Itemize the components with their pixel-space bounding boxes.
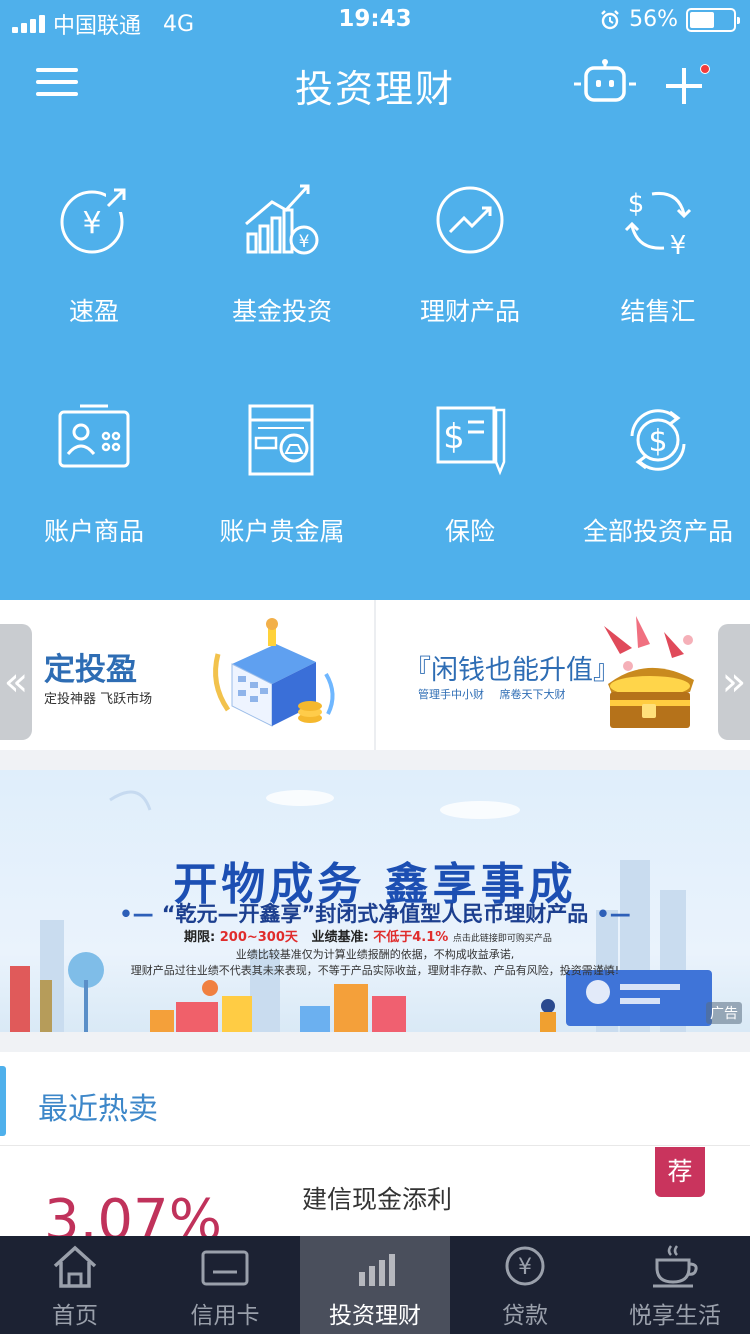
status-bar: 中国联通 4G 19:43 56% — [0, 0, 750, 40]
robot-assistant-icon[interactable] — [572, 58, 638, 106]
home-icon — [53, 1245, 97, 1288]
ad-banner[interactable]: 开物成务 鑫享事成 “乾元—开鑫享”封闭式净值型人民币理财产品 期限: 200~… — [0, 770, 750, 1032]
account-card-icon — [58, 404, 130, 468]
insurance-doc-icon: $ — [436, 406, 506, 476]
tab-investment[interactable]: 投资理财 — [300, 1236, 450, 1334]
bar-chart-icon — [359, 1254, 395, 1286]
term-value: 200~300天 — [219, 930, 298, 945]
promo-right-subtitle: 管理手中小财 席卷天下大财 — [418, 688, 566, 701]
benchmark-label: 业绩基准: — [311, 930, 369, 945]
alarm-icon — [601, 9, 619, 29]
grid-item-fund[interactable]: ¥ 基金投资 — [188, 180, 376, 328]
promo-card-idle-money[interactable]: 『闲钱也能升值』 管理手中小财 席卷天下大财 — [376, 600, 750, 750]
battery-percent: 56% — [629, 7, 678, 32]
gold-bar-icon — [248, 404, 314, 476]
yen-exchange-icon: ¥ — [60, 188, 128, 254]
grid-item-all-products[interactable]: $ 全部投资产品 — [564, 400, 750, 548]
dollar-refresh-icon: $ — [630, 409, 686, 471]
grid-label: 账户贵金属 — [219, 517, 345, 546]
header-area: 中国联通 4G 19:43 56% 投资理财 ¥ 速盈 ¥ 基金投资 理财产品 … — [0, 0, 750, 600]
banner-disclaimer-2: 理财产品过往业绩不代表其未来表现，不等于产品实际收益，理财非存款、产品有风险，投… — [130, 964, 620, 977]
tab-label: 贷款 — [502, 1303, 548, 1329]
grid-item-forex[interactable]: $ ¥ 结售汇 — [564, 180, 750, 328]
tab-loan[interactable]: ¥ 贷款 — [450, 1236, 600, 1334]
grid-label: 全部投资产品 — [582, 517, 733, 546]
banner-terms: 期限: 200~300天 业绩基准: 不低于4.1% 点击此链接即可购买产品 — [184, 926, 552, 945]
grid-label: 速盈 — [68, 297, 119, 326]
grid-label: 账户商品 — [43, 517, 144, 546]
promo-left-subtitle: 定投神器 飞跃市场 — [44, 692, 153, 707]
svg-text:¥: ¥ — [299, 232, 310, 252]
svg-text:$: $ — [628, 189, 645, 219]
tab-home[interactable]: 首页 — [0, 1236, 150, 1334]
tab-credit-card[interactable]: 信用卡 — [150, 1236, 300, 1334]
promo-card-dingtouying[interactable]: 定投盈 定投神器 飞跃市场 — [0, 600, 374, 750]
tab-label: 悦享生活 — [629, 1303, 721, 1329]
promo-right-title: 『闲钱也能升值』 — [404, 655, 620, 686]
svg-text:$: $ — [648, 424, 667, 459]
add-button[interactable] — [660, 58, 714, 112]
svg-text:$: $ — [443, 417, 465, 457]
banner-subtitle: “乾元—开鑫享”封闭式净值型人民币理财产品 — [0, 898, 750, 928]
nav-bar: 投资理财 — [0, 40, 750, 130]
term-label: 期限: — [184, 930, 216, 945]
benchmark-value: 不低于4.1% — [373, 930, 449, 945]
svg-text:¥: ¥ — [518, 1255, 532, 1280]
section-title: 最近热卖 — [38, 1092, 158, 1127]
credit-card-icon — [201, 1250, 249, 1286]
grid-item-suying[interactable]: ¥ 速盈 — [0, 180, 188, 328]
grid-item-insurance[interactable]: $ 保险 — [376, 400, 564, 548]
banner-cta[interactable]: 点击此链接即可购买产品 — [453, 934, 552, 944]
grid-label: 基金投资 — [231, 297, 332, 326]
tab-lifestyle[interactable]: 悦享生活 — [600, 1236, 750, 1334]
tab-label: 投资理财 — [329, 1303, 421, 1329]
calendar-illustration-icon — [213, 618, 335, 727]
section-header: 最近热卖 — [0, 1052, 750, 1146]
svg-text:¥: ¥ — [670, 231, 687, 260]
tab-bar: 首页 信用卡 投资理财 ¥ 贷款 悦享生活 — [0, 1236, 750, 1334]
grid-item-precious-metal[interactable]: 账户贵金属 — [188, 400, 376, 548]
tab-label: 信用卡 — [190, 1303, 260, 1329]
chevron-right-icon: » — [721, 659, 747, 705]
grid-label: 理财产品 — [419, 297, 520, 326]
svg-text:¥: ¥ — [82, 206, 101, 241]
grid-label: 保险 — [444, 517, 495, 546]
section-accent-bar — [0, 1066, 6, 1136]
grid-item-wealth[interactable]: 理财产品 — [376, 180, 564, 328]
status-right: 56% — [599, 7, 740, 32]
yen-coin-icon: ¥ — [505, 1246, 545, 1286]
currency-exchange-icon: $ ¥ — [624, 189, 692, 261]
promo-left-title: 定投盈 — [44, 652, 137, 688]
grid-label: 结售汇 — [620, 297, 696, 326]
grid-item-account-commodity[interactable]: 账户商品 — [0, 400, 188, 548]
carousel-next-button[interactable]: » — [718, 624, 750, 740]
tab-label: 首页 — [52, 1303, 98, 1329]
recommend-badge: 荐 — [655, 1147, 705, 1197]
promo-carousel: « 定投盈 定投神器 飞跃市场 『闲钱也能升值』 管理手中小财 席卷天下大财 » — [0, 600, 750, 750]
fund-chart-icon: ¥ — [245, 184, 319, 255]
battery-icon — [686, 7, 740, 32]
trend-circle-icon — [436, 186, 504, 254]
product-name: 建信现金添利 — [302, 1185, 453, 1214]
notification-dot — [700, 64, 710, 74]
coffee-cup-icon — [653, 1245, 698, 1288]
ad-badge: 广告 — [706, 1002, 742, 1024]
banner-disclaimer-1: 业绩比较基准仅为计算业绩报酬的依据，不构成收益承诺, — [235, 948, 515, 961]
